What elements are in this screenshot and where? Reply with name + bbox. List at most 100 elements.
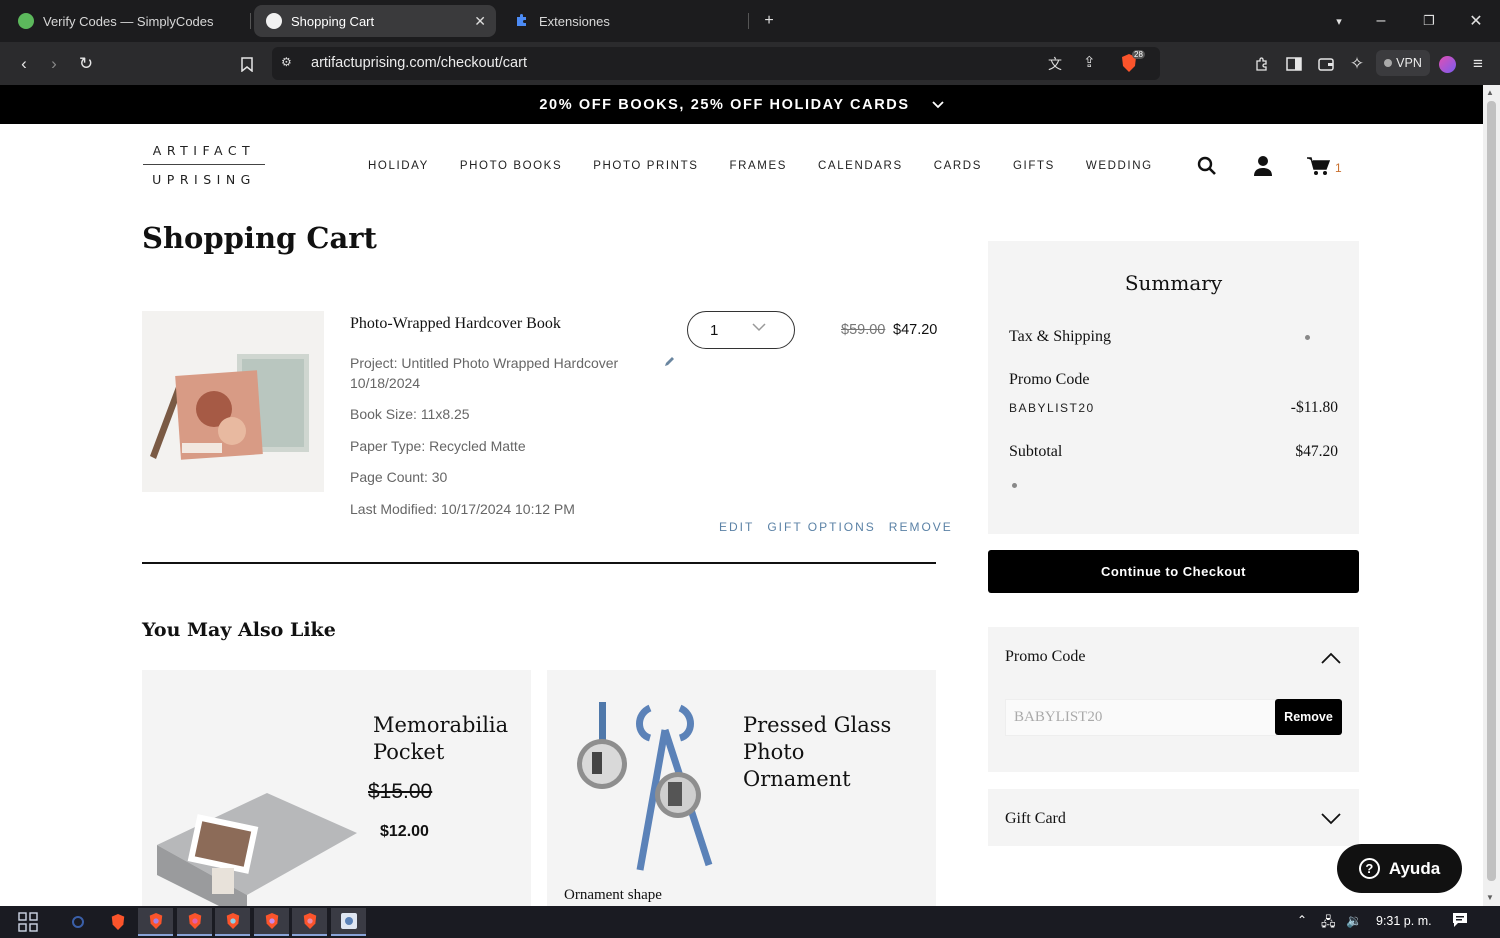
wallet-icon[interactable] [1313,51,1339,77]
promo-banner[interactable]: 20% OFF BOOKS, 25% OFF HOLIDAY CARDS [0,85,1483,124]
glass-ornament-image [577,702,713,871]
product-name[interactable]: Photo-Wrapped Hardcover Book [350,315,561,333]
brave-window-icon[interactable] [215,908,250,936]
tab-verify-codes[interactable]: Verify Codes — SimplyCodes [6,5,248,37]
main-nav: HOLIDAY PHOTO BOOKS PHOTO PRINTS FRAMES … [368,160,1184,172]
notifications-icon[interactable] [1452,912,1468,933]
network-icon[interactable]: 🖧 [1321,913,1336,935]
vpn-label: VPN [1396,56,1422,70]
remove-promo-button[interactable]: Remove [1275,699,1342,735]
nav-wedding[interactable]: WEDDING [1086,160,1153,172]
recommendation-sale-price: $12.00 [380,823,429,840]
forward-icon[interactable]: › [41,51,67,77]
page-count: Page Count: 30 [350,469,448,485]
window-close-button[interactable]: ✕ [1463,8,1489,34]
scroll-thumb[interactable] [1487,101,1496,881]
profile-icon[interactable] [1434,51,1460,77]
brave-window-icon[interactable] [177,908,212,936]
url-text: artifactuprising.com/checkout/cart [311,55,527,71]
leo-ai-icon[interactable]: ✧ [1344,51,1370,77]
brave-window-icon[interactable] [292,908,327,936]
help-button[interactable]: ? Ayuda [1337,844,1462,893]
gift-options-link[interactable]: GIFT OPTIONS [767,520,875,534]
chevron-up-icon[interactable] [1321,651,1341,664]
help-label: Ayuda [1388,858,1441,878]
reload-icon[interactable]: ↻ [73,51,99,77]
subtotal-label: Subtotal [1009,443,1063,460]
nav-frames[interactable]: FRAMES [729,160,787,172]
promo-panel-title[interactable]: Promo Code [1005,648,1085,666]
show-hidden-icons-chevron[interactable]: ⌃ [1297,913,1307,927]
translate-icon[interactable]: 文 [1048,54,1062,74]
back-icon[interactable]: ‹ [11,51,37,77]
tab-title: Extensiones [539,13,610,29]
promo-code-input[interactable]: BABYLIST20 [1005,699,1277,736]
sidebar-icon[interactable] [1281,51,1307,77]
scroll-down-icon[interactable]: ▼ [1486,893,1494,902]
cortana-icon[interactable] [60,908,95,936]
nav-cards[interactable]: CARDS [934,160,982,172]
search-icon[interactable] [1195,154,1219,178]
chevron-down-icon[interactable] [1321,812,1341,825]
taskbar-clock[interactable]: 9:31 p. m. [1376,914,1432,928]
account-icon[interactable] [1251,154,1275,178]
recommendation-name-line1: Pressed Glass [743,713,892,737]
address-bar[interactable]: ⚙ artifactuprising.com/checkout/cart 文 ⇪… [272,47,1160,80]
extensions-icon[interactable] [1249,51,1275,77]
tab-title: Shopping Cart [291,13,375,29]
shield-count-badge: 28 [1132,50,1145,59]
vpn-button[interactable]: VPN [1376,50,1430,76]
book-size: Book Size: 11x8.25 [350,406,470,422]
logo-divider [143,164,265,165]
app-taskbar-icon[interactable] [331,908,366,936]
cart-divider [142,562,936,564]
cart-count-badge: 1 [1335,161,1342,175]
nav-calendars[interactable]: CALENDARS [818,160,903,172]
gift-card-panel[interactable]: Gift Card [988,789,1359,846]
promo-banner-text: 20% OFF BOOKS, 25% OFF HOLIDAY CARDS [539,96,910,113]
share-icon[interactable]: ⇪ [1083,53,1096,71]
menu-icon[interactable]: ≡ [1465,51,1491,77]
recommendation-card[interactable]: Pressed Glass Photo Ornament Ornament sh… [547,670,936,906]
nav-photo-prints[interactable]: PHOTO PRINTS [593,160,698,172]
product-image[interactable] [142,311,324,492]
scroll-up-icon[interactable]: ▲ [1486,88,1494,97]
last-modified: Last Modified: 10/17/2024 10:12 PM [350,501,575,517]
cart-icon[interactable] [1306,154,1330,178]
chevron-down-icon[interactable] [931,98,944,112]
brave-window-icon[interactable] [138,908,173,936]
new-tab-button[interactable]: + [756,8,782,34]
quantity-select[interactable]: 1 [687,311,795,349]
remove-link[interactable]: REMOVE [889,520,953,534]
vpn-status-icon [1384,59,1393,67]
page-scrollbar[interactable]: ▲ ▼ [1483,85,1500,906]
edit-link[interactable]: EDIT [719,520,754,534]
start-icon[interactable] [10,908,45,936]
tab-shopping-cart[interactable]: Shopping Cart ✕ [254,5,496,37]
site-settings-icon[interactable]: ⚙ [281,55,292,69]
site-logo[interactable]: ARTIFACT UPRISING [143,143,265,187]
tab-extensions[interactable]: Extensiones [502,5,744,37]
tab-list-chevron-icon[interactable]: ▾ [1326,8,1352,34]
recommendation-name: Pressed Glass Photo Ornament [743,712,891,793]
brave-window-icon[interactable] [254,908,289,936]
question-icon: ? [1358,858,1380,879]
paper-type: Paper Type: Recycled Matte [350,438,526,454]
sale-price: $47.20 [893,322,938,338]
recommendation-card[interactable]: Memorabilia Pocket $15.00 $12.00 [142,670,531,906]
brave-taskbar-icon[interactable] [100,908,135,936]
close-tab-icon[interactable]: ✕ [474,13,486,30]
volume-icon[interactable]: 🔉 [1346,913,1362,929]
browser-toolbar: ‹ › ↻ ⚙ artifactuprising.com/checkout/ca… [0,42,1500,85]
continue-to-checkout-button[interactable]: Continue to Checkout [988,550,1359,593]
order-summary: Summary Tax & Shipping Promo Code BABYLI… [988,241,1359,534]
tab-separator [250,13,251,29]
nav-gifts[interactable]: GIFTS [1013,160,1055,172]
bookmark-icon[interactable] [234,51,260,77]
summary-title: Summary [1124,271,1223,295]
nav-photo-books[interactable]: PHOTO BOOKS [460,160,562,172]
restore-button[interactable]: ❐ [1416,8,1442,34]
nav-holiday[interactable]: HOLIDAY [368,160,429,172]
pencil-edit-icon[interactable] [663,355,677,369]
minimize-button[interactable]: – [1368,8,1394,34]
